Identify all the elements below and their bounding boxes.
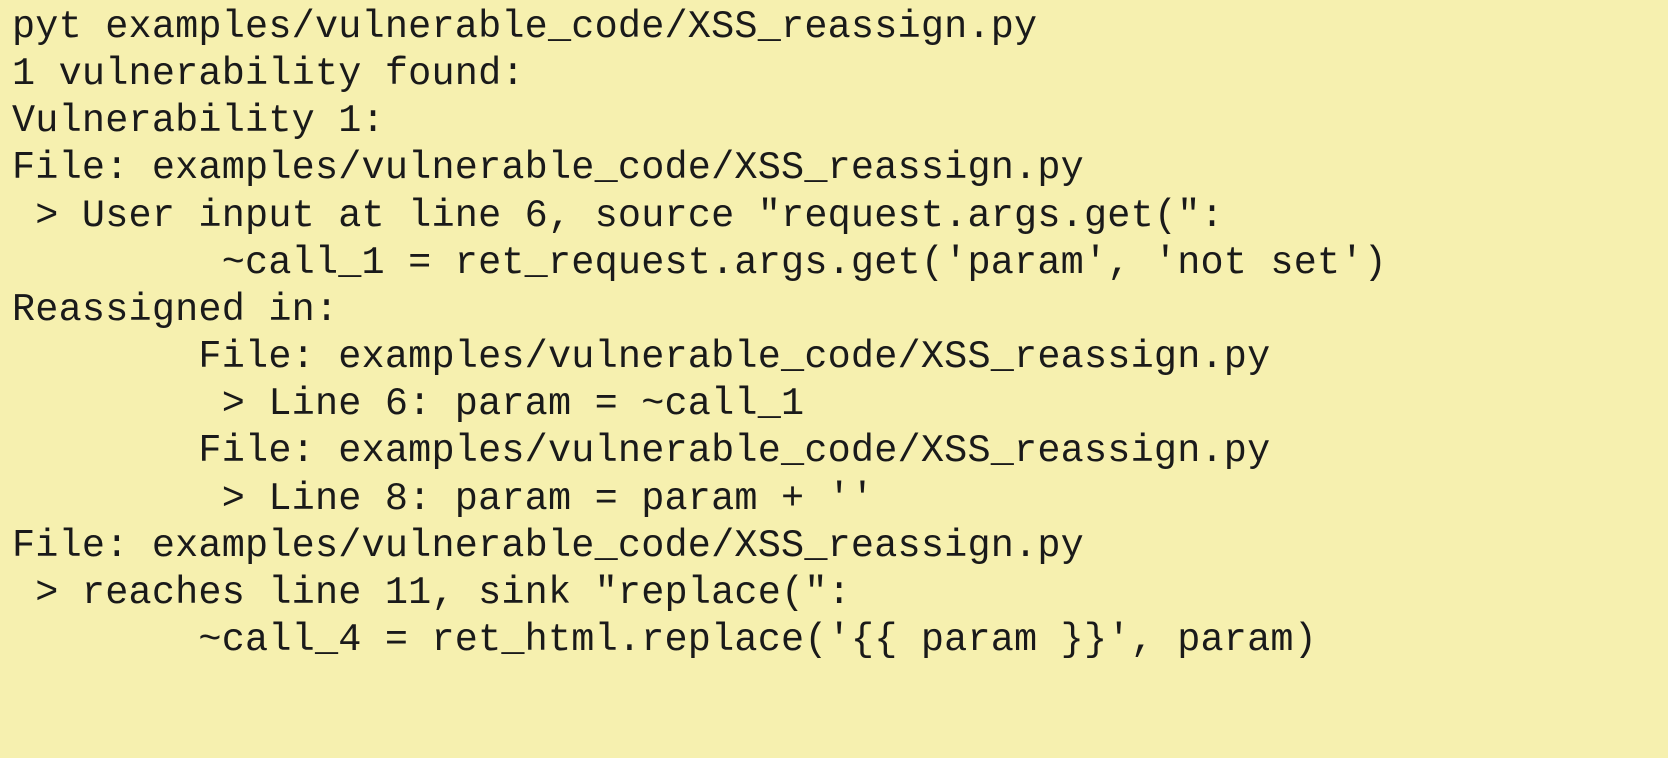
output-line: File: examples/vulnerable_code/XSS_reass… xyxy=(12,428,1664,475)
output-line: 1 vulnerability found: xyxy=(12,51,1664,98)
output-line: pyt examples/vulnerable_code/XSS_reassig… xyxy=(12,4,1664,51)
output-line: ~call_1 = ret_request.args.get('param', … xyxy=(12,240,1664,287)
output-line: File: examples/vulnerable_code/XSS_reass… xyxy=(12,145,1664,192)
output-line: File: examples/vulnerable_code/XSS_reass… xyxy=(12,334,1664,381)
output-line: > reaches line 11, sink "replace(": xyxy=(12,570,1664,617)
output-line: Reassigned in: xyxy=(12,287,1664,334)
output-line: > Line 8: param = param + '' xyxy=(12,476,1664,523)
output-line: > Line 6: param = ~call_1 xyxy=(12,381,1664,428)
output-line: ~call_4 = ret_html.replace('{{ param }}'… xyxy=(12,617,1664,664)
output-line: Vulnerability 1: xyxy=(12,98,1664,145)
output-line: > User input at line 6, source "request.… xyxy=(12,193,1664,240)
terminal-output: pyt examples/vulnerable_code/XSS_reassig… xyxy=(0,0,1668,664)
output-line: File: examples/vulnerable_code/XSS_reass… xyxy=(12,523,1664,570)
